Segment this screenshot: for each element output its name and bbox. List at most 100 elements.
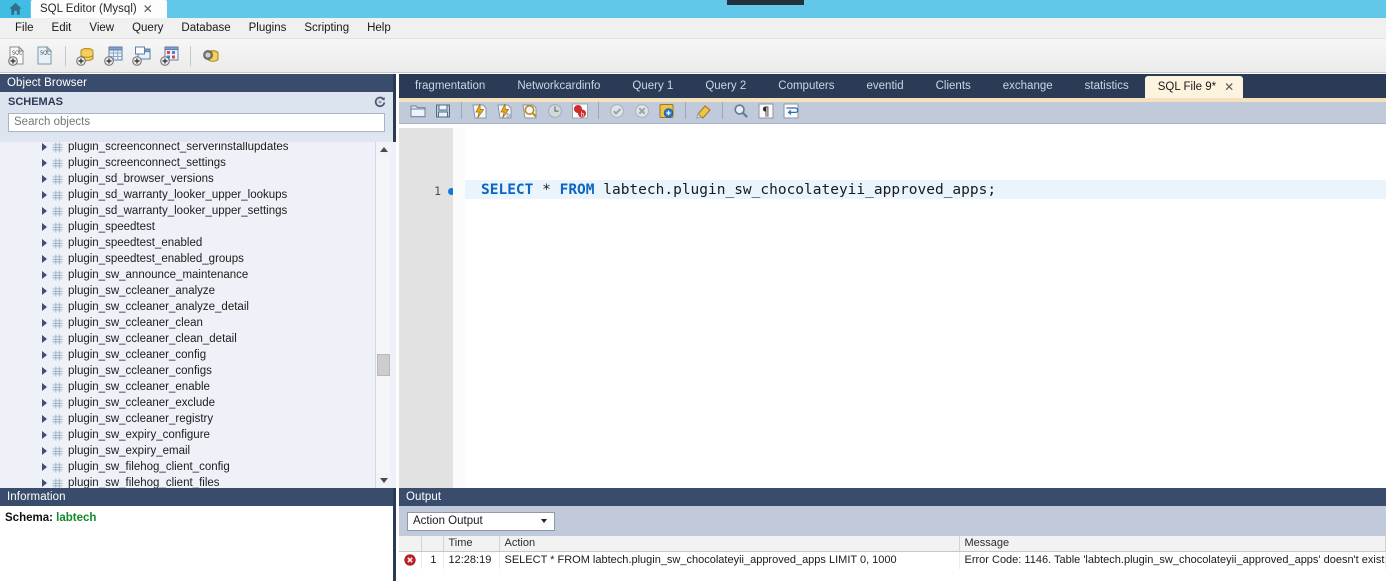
scroll-down-button[interactable] (376, 473, 391, 488)
menu-item-help[interactable]: Help (358, 20, 400, 36)
open-sql-script-button[interactable]: SQL (32, 43, 58, 69)
expand-arrow-icon[interactable] (42, 319, 47, 327)
tree-item[interactable]: plugin_sw_ccleaner_enable (0, 379, 380, 395)
editor-tab[interactable]: statistics (1069, 74, 1145, 98)
editor-tab[interactable]: Clients (920, 74, 987, 98)
code-line-1[interactable]: SELECT * FROM labtech.plugin_sw_chocolat… (465, 180, 1386, 199)
tree-item[interactable]: plugin_sw_filehog_client_files (0, 475, 380, 488)
toggle-word-wrap-button[interactable] (780, 100, 802, 122)
menu-item-query[interactable]: Query (123, 20, 172, 36)
execute-current-statement-button[interactable] (494, 100, 516, 122)
column-header-index[interactable] (421, 536, 443, 551)
column-header-status[interactable] (399, 536, 421, 551)
expand-arrow-icon[interactable] (42, 463, 47, 471)
expand-arrow-icon[interactable] (42, 159, 47, 167)
tree-item[interactable]: plugin_screenconnect_serverinstallupdate… (0, 142, 380, 155)
close-icon[interactable]: ✕ (143, 3, 153, 15)
column-header-time[interactable]: Time (443, 536, 499, 551)
new-sql-tab-button[interactable]: SQL (4, 43, 30, 69)
expand-arrow-icon[interactable] (42, 479, 47, 487)
editor-gutter[interactable]: 1 (399, 128, 465, 488)
expand-arrow-icon[interactable] (42, 351, 47, 359)
expand-arrow-icon[interactable] (42, 415, 47, 423)
editor-tab[interactable]: Query 2 (689, 74, 762, 98)
tree-item[interactable]: plugin_sw_ccleaner_exclude (0, 395, 380, 411)
editor-tab-active[interactable]: SQL File 9*✕ (1145, 76, 1243, 98)
expand-arrow-icon[interactable] (42, 271, 47, 279)
new-schema-button[interactable] (73, 43, 99, 69)
expand-arrow-icon[interactable] (42, 239, 47, 247)
beautify-query-button[interactable] (693, 100, 715, 122)
expand-arrow-icon[interactable] (42, 431, 47, 439)
open-file-button[interactable] (407, 100, 429, 122)
column-header-action[interactable]: Action (499, 536, 959, 551)
editor-tab[interactable]: Query 1 (616, 74, 689, 98)
expand-arrow-icon[interactable] (42, 303, 47, 311)
tree-item[interactable]: plugin_speedtest (0, 219, 380, 235)
editor-tab[interactable]: exchange (987, 74, 1069, 98)
tree-item[interactable]: plugin_sw_ccleaner_config (0, 347, 380, 363)
expand-arrow-icon[interactable] (42, 223, 47, 231)
expand-arrow-icon[interactable] (42, 175, 47, 183)
code-editor[interactable]: 1 SELECT * FROM labtech.plugin_sw_chocol… (399, 128, 1386, 488)
menu-item-plugins[interactable]: Plugins (240, 20, 296, 36)
scrollbar-thumb[interactable] (377, 354, 390, 376)
new-routine-button[interactable] (157, 43, 183, 69)
home-tab[interactable] (0, 0, 30, 18)
find-button[interactable] (730, 100, 752, 122)
editor-tab[interactable]: fragmentation (399, 74, 501, 98)
menu-item-edit[interactable]: Edit (43, 20, 81, 36)
close-icon[interactable]: ✕ (1224, 80, 1234, 94)
tree-item[interactable]: plugin_speedtest_enabled_groups (0, 251, 380, 267)
tree-item[interactable]: plugin_sw_ccleaner_configs (0, 363, 380, 379)
expand-arrow-icon[interactable] (42, 447, 47, 455)
tree-item[interactable]: plugin_sd_browser_versions (0, 171, 380, 187)
tree-item[interactable]: plugin_sd_warranty_looker_upper_settings (0, 203, 380, 219)
explain-query-button[interactable] (519, 100, 541, 122)
expand-arrow-icon[interactable] (42, 287, 47, 295)
execute-statement-button[interactable] (469, 100, 491, 122)
expand-arrow-icon[interactable] (42, 335, 47, 343)
stop-execution-button[interactable] (544, 100, 566, 122)
column-header-message[interactable]: Message (959, 536, 1386, 551)
new-table-button[interactable] (101, 43, 127, 69)
menu-item-view[interactable]: View (80, 20, 123, 36)
menu-item-file[interactable]: File (6, 20, 43, 36)
refresh-icon[interactable] (373, 95, 387, 109)
schema-tree-scrollbar[interactable] (375, 142, 390, 488)
tree-item[interactable]: plugin_sw_ccleaner_clean_detail (0, 331, 380, 347)
toggle-autocommit-button[interactable] (656, 100, 678, 122)
tree-item[interactable]: plugin_screenconnect_settings (0, 155, 380, 171)
tree-item[interactable]: plugin_sw_expiry_email (0, 443, 380, 459)
expand-arrow-icon[interactable] (42, 399, 47, 407)
editor-tab[interactable]: eventid (851, 74, 920, 98)
menu-item-database[interactable]: Database (172, 20, 239, 36)
schema-tree[interactable]: plugin_screenconnect_serverinstallupdate… (0, 142, 396, 488)
toggle-invisible-chars-button[interactable]: ¶ (755, 100, 777, 122)
tree-item[interactable]: plugin_sd_warranty_looker_upper_lookups (0, 187, 380, 203)
expand-arrow-icon[interactable] (42, 367, 47, 375)
tree-item[interactable]: plugin_sw_ccleaner_registry (0, 411, 380, 427)
editor-tab[interactable]: Networkcardinfo (501, 74, 616, 98)
commit-button[interactable] (606, 100, 628, 122)
new-view-button[interactable] (129, 43, 155, 69)
expand-arrow-icon[interactable] (42, 207, 47, 215)
tree-item[interactable]: plugin_sw_ccleaner_clean (0, 315, 380, 331)
search-objects-input[interactable] (8, 113, 385, 132)
tree-item[interactable]: plugin_sw_ccleaner_analyze (0, 283, 380, 299)
toggle-stop-on-error-button[interactable]: b (569, 100, 591, 122)
expand-arrow-icon[interactable] (42, 191, 47, 199)
search-db-objects-button[interactable] (198, 43, 224, 69)
expand-arrow-icon[interactable] (42, 255, 47, 263)
expand-arrow-icon[interactable] (42, 383, 47, 391)
code-body[interactable]: SELECT * FROM labtech.plugin_sw_chocolat… (465, 128, 1386, 488)
tree-item[interactable]: plugin_sw_filehog_client_config (0, 459, 380, 475)
tree-item[interactable]: plugin_speedtest_enabled (0, 235, 380, 251)
rollback-button[interactable] (631, 100, 653, 122)
output-view-select[interactable]: Action Output (407, 512, 555, 531)
table-row[interactable]: 1 12:28:19 SELECT * FROM labtech.plugin_… (399, 551, 1386, 569)
tree-item[interactable]: plugin_sw_ccleaner_analyze_detail (0, 299, 380, 315)
menu-item-scripting[interactable]: Scripting (295, 20, 358, 36)
tree-item[interactable]: plugin_sw_expiry_configure (0, 427, 380, 443)
chevron-down-icon[interactable] (541, 519, 547, 523)
